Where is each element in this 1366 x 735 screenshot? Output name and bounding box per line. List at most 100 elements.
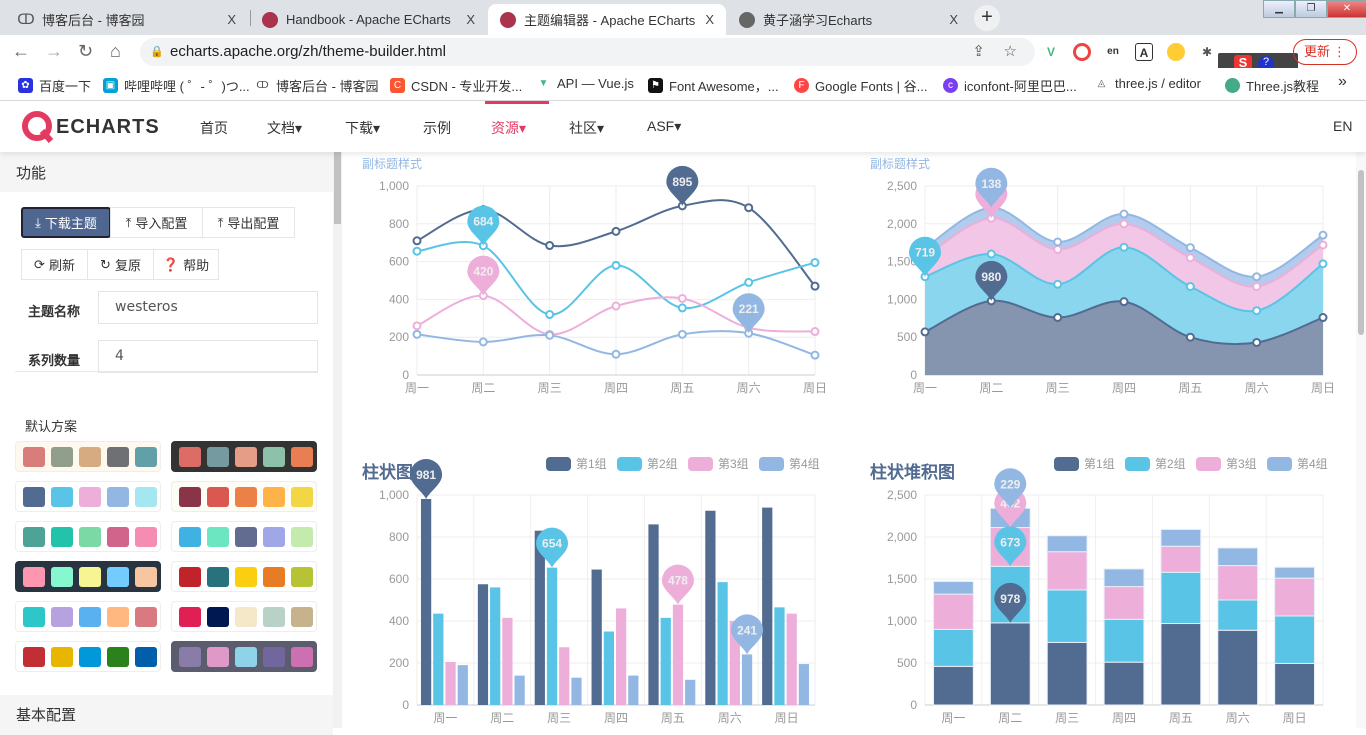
font-ext-icon[interactable]: A — [1135, 43, 1153, 61]
color-swatch — [135, 526, 157, 547]
theme-palette[interactable] — [171, 521, 317, 552]
bookmark-item[interactable]: F Google Fonts | 谷... — [794, 76, 927, 95]
y-tick-label: 600 — [389, 255, 409, 269]
legend-item[interactable]: 第2组 — [1125, 457, 1186, 471]
share-icon[interactable]: ⇪ — [972, 38, 985, 66]
vue-devtools-icon[interactable]: V — [1042, 43, 1060, 61]
nav-item-resources[interactable]: 资源▾ — [491, 118, 526, 138]
theme-palette[interactable] — [171, 561, 317, 592]
close-tab-icon[interactable]: X — [705, 12, 714, 27]
scrollbar-thumb[interactable] — [1358, 170, 1364, 335]
theme-palette[interactable] — [15, 601, 161, 632]
close-tab-icon[interactable]: X — [466, 12, 475, 27]
ext-icon[interactable] — [1167, 43, 1185, 61]
x-tick-label: 周日 — [1283, 711, 1307, 725]
theme-name-input[interactable]: westeros — [98, 291, 318, 324]
legend-item[interactable]: 第2组 — [617, 457, 678, 471]
translate-ext-icon[interactable]: en — [1104, 43, 1122, 61]
more-bookmarks-icon[interactable]: » — [1338, 73, 1347, 91]
bookmark-item[interactable]: ↀ 博客后台 - 博客园 — [255, 76, 379, 95]
reset-button[interactable]: ↻ 复原 — [87, 249, 154, 280]
browser-tab-active[interactable]: 主题编辑器 - Apache ECharts X — [488, 4, 726, 35]
nav-item-examples[interactable]: 示例 — [423, 118, 451, 138]
echarts-logo-icon — [22, 111, 54, 143]
series-count-input[interactable]: 4 — [98, 340, 318, 373]
nav-item-download[interactable]: 下载▾ — [345, 118, 380, 138]
bookmark-item[interactable]: C CSDN - 专业开发... — [390, 76, 522, 95]
bar — [457, 665, 468, 705]
maximize-button[interactable]: ❐ — [1295, 0, 1327, 18]
theme-palette[interactable] — [171, 601, 317, 632]
nav-item-home[interactable]: 首页 — [200, 118, 228, 138]
question-circle-icon: ❓ — [162, 256, 180, 272]
browser-tab[interactable]: Handbook - Apache ECharts X — [250, 4, 487, 35]
bookmark-item[interactable]: ▼ API — Vue.js — [536, 76, 634, 91]
bar — [559, 647, 570, 705]
legend-item[interactable]: 第1组 — [546, 457, 607, 471]
data-point — [1119, 209, 1129, 219]
bookmark-item[interactable]: ▣ 哔哩哔哩 ( ゜- ゜)つ... — [103, 76, 250, 95]
color-swatch — [23, 606, 45, 627]
bookmark-item[interactable]: ◬ three.js / editor — [1094, 76, 1201, 91]
theme-palette[interactable] — [171, 441, 317, 472]
nav-item-docs[interactable]: 文档▾ — [267, 118, 302, 138]
extensions-puzzle-icon[interactable]: ✱ — [1198, 43, 1216, 61]
download-theme-button[interactable]: ⤓ 下载主题 — [21, 207, 111, 238]
chrome-ext-icon[interactable] — [1073, 43, 1091, 61]
minimize-button[interactable]: ▁ — [1263, 0, 1295, 18]
legend-label: 第1组 — [576, 457, 607, 471]
close-window-button[interactable]: ✕ — [1327, 0, 1366, 18]
bookmark-star-icon[interactable]: ☆ — [1004, 38, 1017, 66]
legend-item[interactable]: 第4组 — [759, 457, 820, 471]
theme-palette[interactable] — [15, 561, 161, 592]
back-icon[interactable]: ← — [12, 41, 30, 62]
export-config-button[interactable]: ⤒ 导出配置 — [202, 207, 295, 238]
close-tab-icon[interactable]: X — [949, 12, 958, 27]
bookmark-item[interactable]: Three.js教程 — [1225, 76, 1319, 95]
y-tick-label: 0 — [402, 698, 409, 712]
legend-item[interactable]: 第3组 — [1196, 457, 1257, 471]
page-scrollbar[interactable] — [1356, 152, 1366, 728]
color-swatch — [263, 446, 285, 467]
left-panel-scrollbar[interactable] — [333, 152, 342, 728]
home-icon[interactable]: ⌂ — [110, 41, 121, 62]
browser-tab-bar: ↀ 博客后台 - 博客园 X Handbook - Apache ECharts X … — [0, 0, 1366, 35]
bar — [591, 569, 602, 705]
nav-item-asf[interactable]: ASF▾ — [647, 118, 681, 135]
reload-icon[interactable]: ↻ — [78, 41, 93, 62]
legend-item[interactable]: 第4组 — [1267, 457, 1328, 471]
language-switch[interactable]: EN — [1333, 118, 1352, 134]
nav-item-community[interactable]: 社区▾ — [569, 118, 604, 138]
url-input[interactable]: 🔒 echarts.apache.org/zh/theme-builder.htm… — [140, 38, 1035, 66]
section-header-basic[interactable]: 基本配置 — [0, 695, 333, 735]
bookmark-item[interactable]: ✿ 百度一下 — [18, 76, 91, 95]
bookmark-item[interactable]: ⚑ Font Awesome，... — [648, 76, 779, 95]
theme-palette[interactable] — [15, 481, 161, 512]
theme-palette[interactable] — [171, 481, 317, 512]
forward-icon[interactable]: → — [45, 41, 63, 62]
theme-palette[interactable] — [15, 641, 161, 672]
close-tab-icon[interactable]: X — [227, 12, 236, 27]
browser-tab[interactable]: 黄子涵学习Echarts X — [727, 4, 970, 35]
legend-item[interactable]: 第3组 — [688, 457, 749, 471]
data-point — [412, 236, 422, 246]
new-tab-button[interactable]: + — [974, 5, 1000, 31]
update-button[interactable]: 更新 ⋮ — [1293, 39, 1357, 65]
theme-palette[interactable] — [15, 441, 161, 472]
bookmark-item[interactable]: c iconfont-阿里巴巴... — [943, 76, 1077, 95]
theme-palette[interactable] — [15, 521, 161, 552]
legend-swatch — [1267, 457, 1292, 471]
refresh-button[interactable]: ⟳ 刷新 — [21, 249, 88, 280]
theme-palette[interactable] — [171, 641, 317, 672]
legend-item[interactable]: 第1组 — [1054, 457, 1115, 471]
section-header-function[interactable]: 功能 — [0, 152, 333, 192]
import-config-button[interactable]: ⤒ 导入配置 — [110, 207, 203, 238]
bar — [1217, 629, 1259, 706]
data-point — [412, 246, 422, 256]
help-button[interactable]: ❓ 帮助 — [153, 249, 219, 280]
scrollbar-thumb[interactable] — [334, 152, 341, 224]
color-swatch — [135, 646, 157, 667]
echarts-logo[interactable]: ECHARTS — [22, 111, 160, 143]
data-point — [810, 327, 820, 337]
browser-tab[interactable]: ↀ 博客后台 - 博客园 X — [6, 4, 248, 35]
